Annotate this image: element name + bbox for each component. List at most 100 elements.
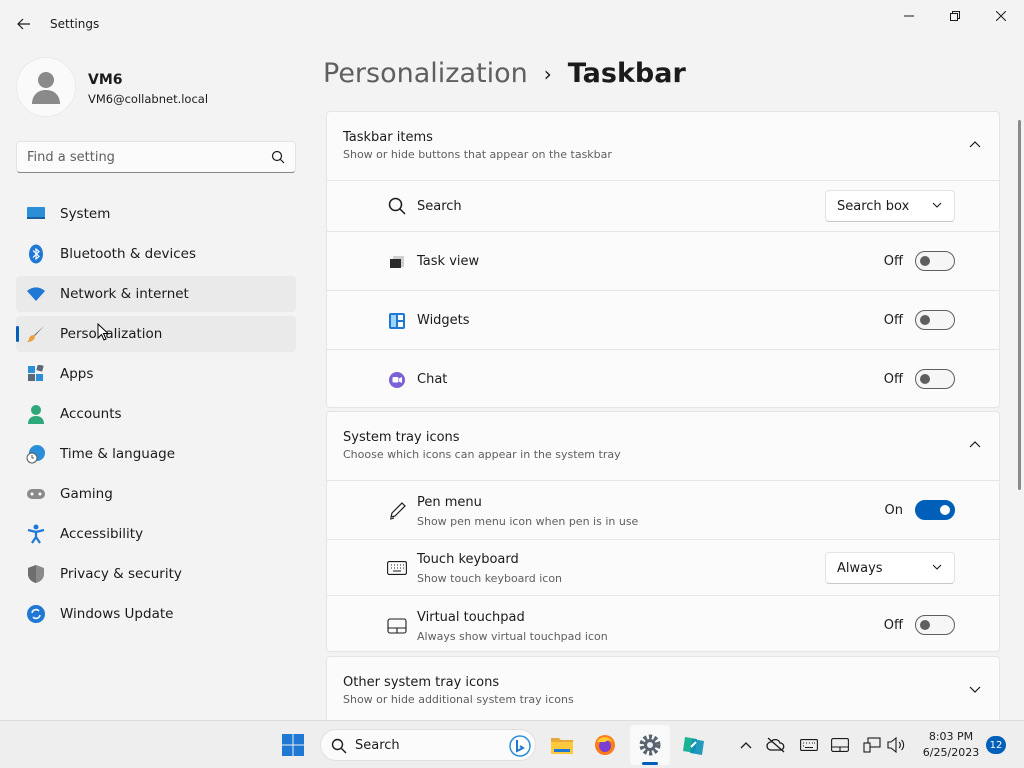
touch-keyboard-tray-button[interactable] xyxy=(799,735,819,755)
onedrive-tray-button[interactable] xyxy=(766,735,786,755)
toggle-state-label: Off xyxy=(883,372,903,387)
widgets-icon xyxy=(387,311,407,331)
title-bar: Settings xyxy=(0,0,1024,48)
breadcrumb: Personalization › Taskbar xyxy=(323,58,686,89)
task-view-row: Task view Off xyxy=(327,231,999,290)
maximize-button[interactable] xyxy=(932,0,978,32)
close-button[interactable] xyxy=(978,0,1024,32)
settings-search-input[interactable] xyxy=(27,149,257,165)
sidebar-item-gaming[interactable]: Gaming xyxy=(16,476,296,512)
keyboard-icon xyxy=(800,739,818,751)
keyboard-icon xyxy=(387,558,407,578)
touch-keyboard-row: Touch keyboard Show touch keyboard icon … xyxy=(327,539,999,595)
virtual-touchpad-row: Virtual touchpad Always show virtual tou… xyxy=(327,595,999,653)
close-icon xyxy=(996,11,1006,21)
card-title: Taskbar items xyxy=(343,130,433,145)
wifi-icon xyxy=(26,284,46,304)
sidebar-item-label: Gaming xyxy=(60,486,113,502)
tray-overflow-button[interactable] xyxy=(736,735,756,755)
sidebar-item-accounts[interactable]: Accounts xyxy=(16,396,296,432)
folder-icon xyxy=(551,738,573,754)
toggle-state-label: Off xyxy=(883,254,903,269)
card-title: Other system tray icons xyxy=(343,675,500,690)
accounts-icon xyxy=(26,404,46,424)
paintbrush-icon xyxy=(26,324,46,344)
scrollbar[interactable] xyxy=(1018,120,1021,490)
row-label: Search xyxy=(417,199,462,214)
minimize-button[interactable] xyxy=(886,0,932,32)
search-icon xyxy=(331,738,347,754)
taskbar-items-header[interactable]: Taskbar items Show or hide buttons that … xyxy=(327,112,999,180)
breadcrumb-parent[interactable]: Personalization xyxy=(323,58,528,89)
avatar[interactable] xyxy=(16,57,76,117)
row-label: Virtual touchpad xyxy=(417,610,525,625)
sidebar-item-personalization[interactable]: Personalization xyxy=(16,316,296,352)
sidebar-item-apps[interactable]: Apps xyxy=(16,356,296,392)
bing-icon xyxy=(509,735,531,757)
pen-icon xyxy=(387,501,407,521)
touchpad-icon xyxy=(831,738,849,752)
toggle-state-label: Off xyxy=(883,313,903,328)
back-button[interactable] xyxy=(10,12,38,36)
app-title: Settings xyxy=(50,17,100,31)
clock-date: 6/25/2023 xyxy=(922,746,980,759)
remote-desktop-icon xyxy=(683,737,704,755)
pen-menu-toggle[interactable] xyxy=(915,500,955,520)
volume-tray-button[interactable] xyxy=(886,735,906,755)
selection-indicator xyxy=(16,326,19,342)
sidebar-item-label: Privacy & security xyxy=(60,566,182,582)
settings-app-button[interactable] xyxy=(630,725,670,765)
other-tray-card[interactable]: Other system tray icons Show or hide add… xyxy=(326,656,1000,720)
sidebar-item-label: Personalization xyxy=(60,326,163,342)
sidebar-item-accessibility[interactable]: Accessibility xyxy=(16,516,296,552)
widgets-toggle[interactable] xyxy=(915,310,955,330)
touchpad-tray-button[interactable] xyxy=(830,735,850,755)
user-icon xyxy=(32,72,60,104)
chat-toggle[interactable] xyxy=(915,369,955,389)
sidebar-item-windows-update[interactable]: Windows Update xyxy=(16,596,296,632)
globe-clock-icon xyxy=(26,444,46,464)
chat-icon xyxy=(387,370,407,390)
sidebar-item-label: System xyxy=(60,206,111,222)
sidebar-item-bluetooth[interactable]: Bluetooth & devices xyxy=(16,236,296,272)
file-explorer-button[interactable] xyxy=(542,725,582,765)
settings-search-box[interactable] xyxy=(16,141,296,173)
sidebar-item-privacy-security[interactable]: Privacy & security xyxy=(16,556,296,592)
firefox-button[interactable] xyxy=(585,725,625,765)
sidebar-item-system[interactable]: System xyxy=(16,196,296,232)
taskbar-clock[interactable]: 8:03 PM 6/25/2023 xyxy=(920,729,982,761)
taskbar-search-label: Search xyxy=(355,737,400,753)
touch-keyboard-dropdown[interactable]: Always xyxy=(825,552,955,584)
taskbar-items-card: Taskbar items Show or hide buttons that … xyxy=(326,111,1000,408)
start-button[interactable] xyxy=(273,725,313,765)
system-tray-header[interactable]: System tray icons Choose which icons can… xyxy=(327,412,999,480)
row-sublabel: Show pen menu icon when pen is in use xyxy=(417,515,639,528)
other-tray-header[interactable]: Other system tray icons Show or hide add… xyxy=(327,657,999,725)
sidebar-item-time-language[interactable]: Time & language xyxy=(16,436,296,472)
chevron-up-icon[interactable] xyxy=(969,440,981,448)
sidebar-item-label: Apps xyxy=(60,366,94,382)
chevron-up-icon[interactable] xyxy=(969,140,981,148)
sidebar-nav: System Bluetooth & devices Network & int… xyxy=(16,196,296,636)
accessibility-icon xyxy=(26,524,46,544)
remote-app-button[interactable] xyxy=(674,725,714,765)
virtual-touchpad-toggle[interactable] xyxy=(915,615,955,635)
taskbar-search-box[interactable]: Search xyxy=(320,729,536,761)
card-subtitle: Choose which icons can appear in the sys… xyxy=(343,448,621,461)
gear-icon xyxy=(639,734,661,756)
restore-icon xyxy=(950,11,960,21)
notification-badge[interactable]: 12 xyxy=(986,736,1006,754)
search-mode-dropdown[interactable]: Search box xyxy=(825,190,955,222)
row-label: Chat xyxy=(417,372,448,387)
shield-icon xyxy=(26,564,46,584)
search-icon[interactable] xyxy=(271,150,285,164)
speaker-icon xyxy=(887,737,905,753)
task-view-icon xyxy=(387,252,407,272)
sidebar-item-network[interactable]: Network & internet xyxy=(16,276,296,312)
chevron-down-icon[interactable] xyxy=(969,686,981,694)
network-tray-button[interactable] xyxy=(862,735,882,755)
clock-time: 8:03 PM xyxy=(928,730,974,743)
task-view-toggle[interactable] xyxy=(915,251,955,271)
search-icon xyxy=(387,196,407,216)
apps-icon xyxy=(26,364,46,384)
